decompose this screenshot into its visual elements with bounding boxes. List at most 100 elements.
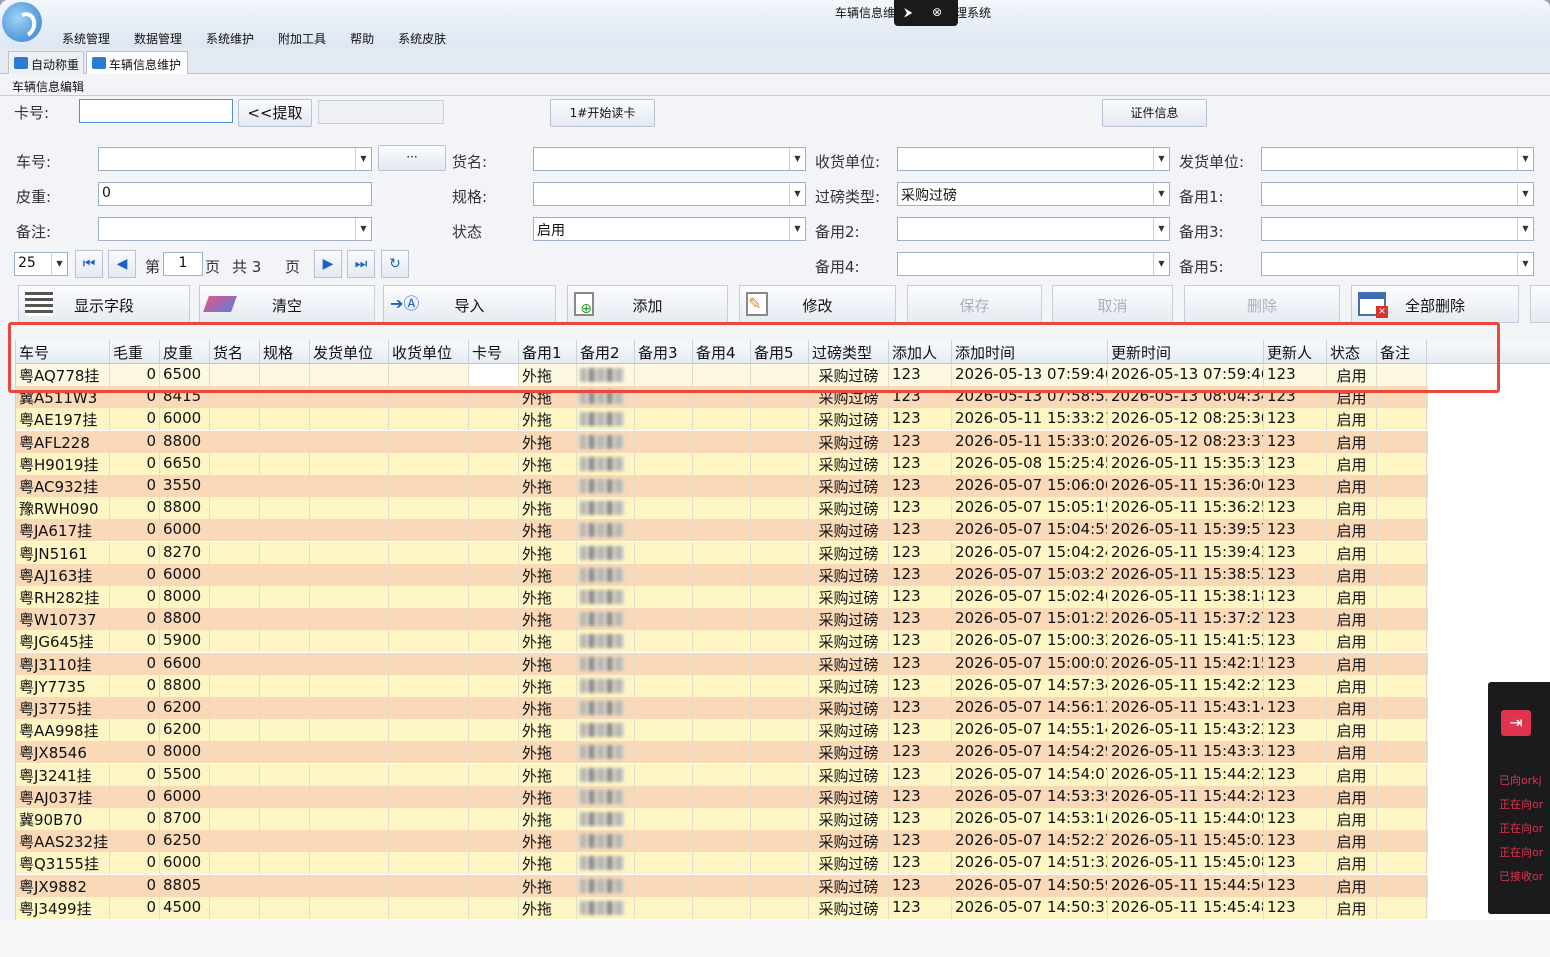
edit-button[interactable]: ✎ 修改 [739, 285, 896, 323]
table-cell[interactable] [577, 630, 635, 653]
table-cell[interactable]: 0 [110, 497, 160, 520]
import-button[interactable]: ➔Ⓐ 导入 [383, 285, 556, 323]
table-cell[interactable]: 2026-05-11 15:36:25 [1108, 497, 1264, 520]
table-cell[interactable]: 粤JG645挂 [16, 630, 110, 653]
table-cell[interactable]: 123 [1264, 519, 1327, 542]
table-cell[interactable]: 123 [1264, 541, 1327, 564]
table-cell[interactable]: 2026-05-07 15:01:25 [952, 608, 1108, 631]
table-cell[interactable] [577, 541, 635, 564]
table-cell[interactable] [469, 608, 519, 631]
table-cell[interactable] [310, 408, 389, 431]
table-cell[interactable] [635, 563, 693, 586]
table-cell[interactable]: 123 [889, 852, 952, 875]
table-cell[interactable]: 外拖 [519, 674, 577, 697]
table-cell[interactable]: 5900 [160, 630, 210, 653]
table-cell[interactable] [469, 785, 519, 808]
table-cell[interactable]: 粤JY7735 [16, 674, 110, 697]
table-cell[interactable] [469, 719, 519, 742]
table-cell[interactable]: 启用 [1327, 430, 1377, 453]
table-cell[interactable] [635, 763, 693, 786]
table-cell[interactable]: 粤H9019挂 [16, 452, 110, 475]
table-cell[interactable]: 0 [110, 652, 160, 675]
table-cell[interactable]: 2026-05-11 15:37:27 [1108, 608, 1264, 631]
table-cell[interactable]: 外拖 [519, 630, 577, 653]
save-button[interactable]: 保存 [907, 285, 1042, 323]
table-cell[interactable] [693, 763, 751, 786]
table-cell[interactable] [260, 830, 310, 853]
table-cell[interactable]: 外拖 [519, 586, 577, 608]
table-cell[interactable]: 123 [1264, 430, 1327, 453]
table-cell[interactable]: 外拖 [519, 563, 577, 586]
chevron-down-icon[interactable]: ▼ [1517, 218, 1533, 240]
table-cell[interactable]: 2026-05-07 14:50:37 [952, 896, 1108, 919]
table-row[interactable]: 粤AC932挂 0 3550 外拖 采购过磅 123 2026-05-07 15:06:06… [16, 475, 1428, 497]
plate-lookup-button[interactable]: ··· [378, 145, 446, 171]
table-cell[interactable]: 采购过磅 [809, 519, 889, 542]
table-cell[interactable] [1377, 719, 1427, 742]
table-cell[interactable]: 8805 [160, 874, 210, 897]
table-cell[interactable] [310, 541, 389, 564]
table-cell[interactable]: 123 [1264, 808, 1327, 830]
table-cell[interactable]: 启用 [1327, 408, 1377, 431]
table-cell[interactable] [210, 652, 260, 675]
table-cell[interactable]: 启用 [1327, 674, 1377, 697]
table-cell[interactable]: 123 [889, 785, 952, 808]
table-cell[interactable]: 启用 [1327, 697, 1377, 719]
table-cell[interactable]: 启用 [1327, 563, 1377, 586]
table-cell[interactable]: 采购过磅 [809, 741, 889, 764]
table-cell[interactable]: 采购过磅 [809, 408, 889, 431]
table-cell[interactable] [577, 763, 635, 786]
table-cell[interactable] [635, 697, 693, 719]
export-icon[interactable]: ⇥ [1501, 710, 1531, 736]
table-cell[interactable]: 采购过磅 [809, 896, 889, 919]
table-cell[interactable] [577, 808, 635, 830]
table-cell[interactable]: 采购过磅 [809, 763, 889, 786]
table-cell[interactable] [310, 852, 389, 875]
table-cell[interactable]: 123 [1264, 719, 1327, 742]
chevron-down-icon[interactable]: ▼ [789, 183, 805, 205]
table-cell[interactable]: 123 [1264, 408, 1327, 431]
table-cell[interactable] [210, 874, 260, 897]
table-cell[interactable]: 0 [110, 608, 160, 631]
table-cell[interactable] [751, 452, 809, 475]
table-cell[interactable]: 外拖 [519, 652, 577, 675]
table-cell[interactable] [751, 475, 809, 497]
table-cell[interactable] [693, 519, 751, 542]
table-cell[interactable]: 2026-05-11 15:45:48 [1108, 896, 1264, 919]
table-cell[interactable]: 外拖 [519, 408, 577, 431]
table-row[interactable]: 粤W10737 0 8800 外拖 采购过磅 123 2026-05-07 15:01:25… [16, 608, 1428, 631]
table-cell[interactable] [751, 852, 809, 875]
table-cell[interactable]: 粤JX8546 [16, 741, 110, 764]
table-cell[interactable] [260, 519, 310, 542]
table-cell[interactable]: 123 [889, 874, 952, 897]
table-cell[interactable] [389, 652, 469, 675]
table-cell[interactable] [310, 563, 389, 586]
table-cell[interactable] [469, 896, 519, 919]
table-cell[interactable] [310, 741, 389, 764]
table-cell[interactable]: 0 [110, 563, 160, 586]
table-cell[interactable]: 启用 [1327, 763, 1377, 786]
table-cell[interactable]: 外拖 [519, 541, 577, 564]
chevron-down-icon[interactable]: ▼ [1153, 148, 1169, 170]
table-cell[interactable] [635, 830, 693, 853]
table-cell[interactable]: 123 [889, 408, 952, 431]
table-cell[interactable]: 123 [1264, 763, 1327, 786]
table-cell[interactable] [469, 519, 519, 542]
table-cell[interactable]: 8800 [160, 608, 210, 631]
table-cell[interactable]: 123 [1264, 563, 1327, 586]
table-row[interactable]: 粤RH282挂 0 8000 外拖 采购过磅 123 2026-05-07 15:02:46… [16, 586, 1428, 608]
table-cell[interactable] [693, 586, 751, 608]
table-cell[interactable] [635, 874, 693, 897]
table-cell[interactable]: 2026-05-11 15:44:56 [1108, 874, 1264, 897]
table-cell[interactable] [577, 452, 635, 475]
table-cell[interactable]: 2026-05-07 14:56:13 [952, 697, 1108, 719]
table-cell[interactable]: 粤Q3155挂 [16, 852, 110, 875]
table-cell[interactable]: 2026-05-07 15:06:06 [952, 475, 1108, 497]
table-cell[interactable] [469, 697, 519, 719]
table-cell[interactable]: 2026-05-11 15:41:52 [1108, 630, 1264, 653]
table-cell[interactable]: 采购过磅 [809, 475, 889, 497]
table-cell[interactable]: 2026-05-07 14:52:27 [952, 830, 1108, 853]
table-cell[interactable] [751, 630, 809, 653]
table-cell[interactable]: 0 [110, 541, 160, 564]
tare-input[interactable]: 0 [98, 182, 372, 206]
